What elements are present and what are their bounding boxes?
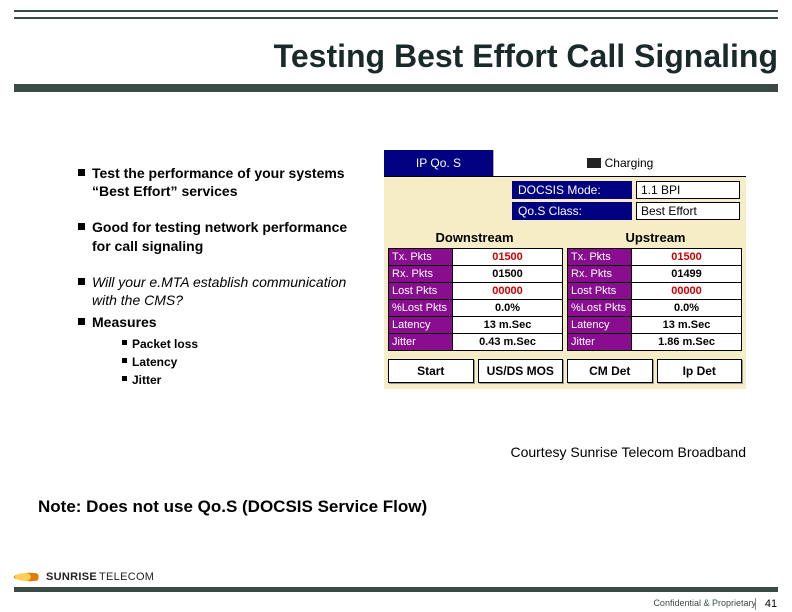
tab-charging: Charging xyxy=(494,150,746,176)
info-label: DOCSIS Mode: xyxy=(512,181,632,199)
row-label: Tx. Pkts xyxy=(568,249,632,266)
row-value: 01500 xyxy=(632,249,742,266)
bullet-item: Will your e.MTA establish communication … xyxy=(78,273,368,309)
decorative-rule xyxy=(14,84,778,92)
bullet-item: Measures xyxy=(78,313,368,331)
row-value: 0.43 m.Sec xyxy=(453,334,563,351)
brand-text-2: TELECOM xyxy=(99,571,154,583)
tab-label: Charging xyxy=(605,156,654,170)
ip-det-button[interactable]: Ip Det xyxy=(657,359,743,383)
header-downstream: Downstream xyxy=(384,226,565,248)
row-label: Jitter xyxy=(389,334,453,351)
decorative-rule xyxy=(14,17,778,19)
info-rows: DOCSIS Mode: 1.1 BPI Qo.S Class: Best Ef… xyxy=(384,177,746,222)
info-label: Qo.S Class: xyxy=(512,202,632,220)
cm-det-button[interactable]: CM Det xyxy=(567,359,653,383)
plug-icon xyxy=(587,158,601,168)
row-label: %Lost Pkts xyxy=(568,300,632,317)
row-value: 01500 xyxy=(453,249,563,266)
row-label: Lost Pkts xyxy=(568,283,632,300)
tab-ipqos: IP Qo. S xyxy=(384,150,494,176)
row-value: 0.0% xyxy=(632,300,742,317)
header-upstream: Upstream xyxy=(565,226,746,248)
sub-bullet-item: Latency xyxy=(122,353,368,371)
row-label: Rx. Pkts xyxy=(568,266,632,283)
slide-title: Testing Best Effort Call Signaling xyxy=(14,38,778,75)
row-label: Lost Pkts xyxy=(389,283,453,300)
decorative-rule xyxy=(14,10,778,12)
row-label: Latency xyxy=(568,317,632,334)
usds-mos-button[interactable]: US/DS MOS xyxy=(478,359,564,383)
info-row-qos: Qo.S Class: Best Effort xyxy=(512,202,740,220)
row-label: Tx. Pkts xyxy=(389,249,453,266)
sun-icon xyxy=(14,573,44,581)
slide: Testing Best Effort Call Signaling Test … xyxy=(0,0,792,612)
row-value: 01499 xyxy=(632,266,742,283)
table-downstream: Tx. Pkts01500 Rx. Pkts01500 Lost Pkts000… xyxy=(388,248,563,351)
sub-bullet-list: Packet loss Latency Jitter xyxy=(78,335,368,389)
row-label: Jitter xyxy=(568,334,632,351)
sub-bullet-item: Packet loss xyxy=(122,335,368,353)
panel-tabs: IP Qo. S Charging xyxy=(384,150,746,177)
page-number: 41 xyxy=(755,598,782,610)
stream-headers: Downstream Upstream xyxy=(384,226,746,248)
stream-tables: Tx. Pkts01500 Rx. Pkts01500 Lost Pkts000… xyxy=(384,248,746,355)
table-upstream: Tx. Pkts01500 Rx. Pkts01499 Lost Pkts000… xyxy=(567,248,742,351)
row-value: 00000 xyxy=(453,283,563,300)
info-value: 1.1 BPI xyxy=(636,181,740,199)
button-row: Start US/DS MOS CM Det Ip Det xyxy=(384,355,746,389)
row-value: 0.0% xyxy=(453,300,563,317)
bullet-list: Test the performance of your systems “Be… xyxy=(78,164,368,389)
row-value: 1.86 m.Sec xyxy=(632,334,742,351)
row-label: %Lost Pkts xyxy=(389,300,453,317)
bullet-item: Good for testing network performance for… xyxy=(78,218,368,254)
start-button[interactable]: Start xyxy=(388,359,474,383)
brand-logo: SUNRISE TELECOM xyxy=(14,570,154,584)
row-value: 00000 xyxy=(632,283,742,300)
note-text: Note: Does not use Qo.S (DOCSIS Service … xyxy=(38,497,427,517)
row-label: Rx. Pkts xyxy=(389,266,453,283)
row-value: 01500 xyxy=(453,266,563,283)
tab-label: IP Qo. S xyxy=(416,156,461,170)
sub-bullet-item: Jitter xyxy=(122,371,368,389)
row-value: 13 m.Sec xyxy=(632,317,742,334)
confidential-text: Confidential & Proprietary xyxy=(653,598,756,608)
bullet-item: Test the performance of your systems “Be… xyxy=(78,164,368,200)
row-value: 13 m.Sec xyxy=(453,317,563,334)
info-row-docsis: DOCSIS Mode: 1.1 BPI xyxy=(512,181,740,199)
info-value: Best Effort xyxy=(636,202,740,220)
courtesy-text: Courtesy Sunrise Telecom Broadband xyxy=(384,444,746,460)
analyzer-panel: IP Qo. S Charging DOCSIS Mode: 1.1 BPI Q… xyxy=(384,150,746,389)
brand-text-1: SUNRISE xyxy=(46,571,97,583)
row-label: Latency xyxy=(389,317,453,334)
footer-rule xyxy=(14,587,778,592)
